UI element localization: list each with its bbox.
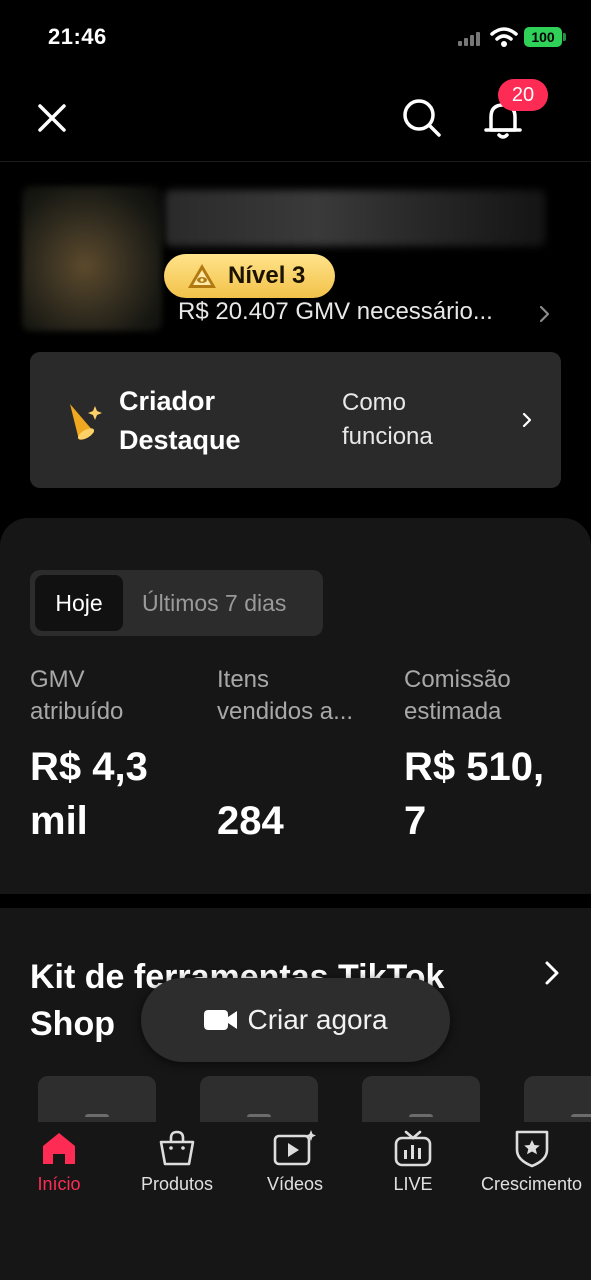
featured-title: Criador Destaque bbox=[119, 386, 241, 455]
metric-items-sold[interactable]: Itens vendidos a... 284 bbox=[217, 664, 377, 843]
metric-value: mil bbox=[30, 799, 88, 843]
tab-label: Início bbox=[37, 1174, 81, 1194]
live-tv-icon bbox=[394, 1130, 432, 1167]
tab-last-7-days[interactable]: Últimos 7 dias bbox=[142, 575, 286, 631]
cellular-signal-icon bbox=[458, 30, 484, 46]
notification-badge: 20 bbox=[498, 79, 548, 111]
level-label: Nível 3 bbox=[228, 262, 306, 289]
badge-star-icon bbox=[515, 1130, 548, 1168]
username-blurred bbox=[165, 190, 545, 246]
close-icon[interactable] bbox=[32, 98, 72, 138]
tab-products[interactable]: Produtos bbox=[118, 1128, 236, 1218]
metric-value: 284 bbox=[217, 799, 284, 843]
chevron-right-icon[interactable] bbox=[536, 304, 552, 324]
status-time: 21:46 bbox=[48, 24, 107, 49]
bottom-nav: Início Produtos Vídeos LIVE Crescimento bbox=[0, 1122, 591, 1280]
metric-label: atribuído bbox=[30, 698, 124, 725]
video-sparkle-icon bbox=[273, 1130, 316, 1166]
wifi-icon bbox=[490, 27, 518, 47]
level-pyramid-icon bbox=[188, 264, 216, 288]
gmv-needed-text[interactable]: R$ 20.407 GMV necessário... bbox=[178, 298, 493, 326]
home-icon bbox=[43, 1133, 75, 1164]
chevron-right-icon[interactable] bbox=[542, 958, 562, 988]
tool-card[interactable] bbox=[362, 1076, 480, 1123]
metric-label: Comissão bbox=[404, 666, 511, 693]
tab-label: Produtos bbox=[140, 1174, 214, 1194]
search-icon[interactable] bbox=[400, 96, 444, 140]
create-now-label: Criar agora bbox=[247, 1004, 388, 1035]
tab-today[interactable]: Hoje bbox=[35, 575, 123, 631]
featured-creator-card[interactable]: Criador Destaque Como funciona bbox=[30, 352, 561, 488]
avatar[interactable] bbox=[22, 186, 162, 331]
shopping-bag-icon bbox=[159, 1130, 195, 1166]
period-selector: Hoje Últimos 7 dias bbox=[30, 570, 323, 636]
metric-label: GMV bbox=[30, 666, 85, 693]
spotlight-icon bbox=[70, 404, 102, 440]
stats-panel: Hoje Últimos 7 dias GMV atribuído R$ 4,3… bbox=[0, 518, 591, 894]
create-now-button[interactable]: Criar agora bbox=[141, 978, 450, 1062]
how-it-works-link[interactable]: Como funciona bbox=[342, 386, 492, 454]
tab-growth[interactable]: Crescimento bbox=[472, 1128, 591, 1218]
tool-card[interactable] bbox=[38, 1076, 156, 1123]
tab-live[interactable]: LIVE bbox=[354, 1128, 472, 1218]
tab-label: Vídeos bbox=[266, 1174, 324, 1194]
metric-value: R$ 510, bbox=[404, 745, 545, 789]
profile-section[interactable]: Nível 3 R$ 20.407 GMV necessário... bbox=[0, 186, 591, 336]
battery-indicator: 100 bbox=[524, 27, 566, 47]
metric-label: Itens bbox=[217, 666, 270, 693]
metric-commission[interactable]: Comissão estimada R$ 510, 7 bbox=[404, 664, 574, 843]
tab-videos[interactable]: Vídeos bbox=[236, 1128, 354, 1218]
metric-label: vendidos a... bbox=[217, 698, 354, 725]
tab-home[interactable]: Início bbox=[0, 1128, 118, 1218]
video-camera-icon bbox=[204, 1010, 238, 1030]
tool-card[interactable] bbox=[200, 1076, 318, 1123]
status-bar: 21:46 100 bbox=[0, 0, 591, 74]
tab-label: LIVE bbox=[393, 1174, 433, 1194]
tab-label: Crescimento bbox=[480, 1174, 583, 1194]
level-badge[interactable]: Nível 3 bbox=[164, 254, 335, 298]
tool-card[interactable] bbox=[524, 1076, 591, 1123]
metric-label: estimada bbox=[404, 698, 502, 725]
toolkit-title-line2: Shop bbox=[30, 1005, 115, 1043]
chevron-right-icon[interactable] bbox=[520, 410, 534, 430]
metric-value: R$ 4,3 bbox=[30, 745, 148, 789]
metric-value: 7 bbox=[404, 799, 427, 843]
metric-gmv[interactable]: GMV atribuído R$ 4,3 mil bbox=[30, 664, 200, 843]
